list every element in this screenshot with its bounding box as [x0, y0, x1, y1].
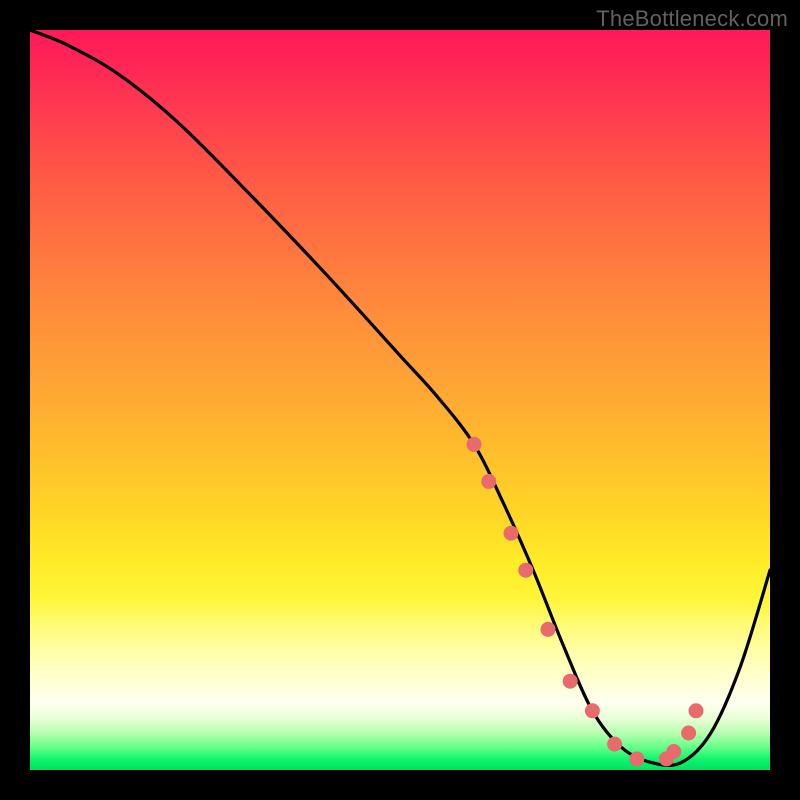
marker-dot	[518, 563, 533, 578]
marker-dot	[666, 744, 681, 759]
marker-dots	[467, 437, 704, 767]
curve-layer	[30, 30, 770, 770]
marker-dot	[481, 474, 496, 489]
marker-dot	[563, 674, 578, 689]
marker-dot	[689, 703, 704, 718]
chart-container: TheBottleneck.com	[0, 0, 800, 800]
marker-dot	[504, 526, 519, 541]
marker-dot	[629, 751, 644, 766]
attribution-label: TheBottleneck.com	[596, 6, 788, 32]
marker-dot	[541, 622, 556, 637]
marker-dot	[585, 703, 600, 718]
marker-dot	[681, 726, 696, 741]
marker-dot	[467, 437, 482, 452]
marker-dot	[607, 737, 622, 752]
plot-area	[30, 30, 770, 770]
bottleneck-curve	[30, 30, 770, 765]
